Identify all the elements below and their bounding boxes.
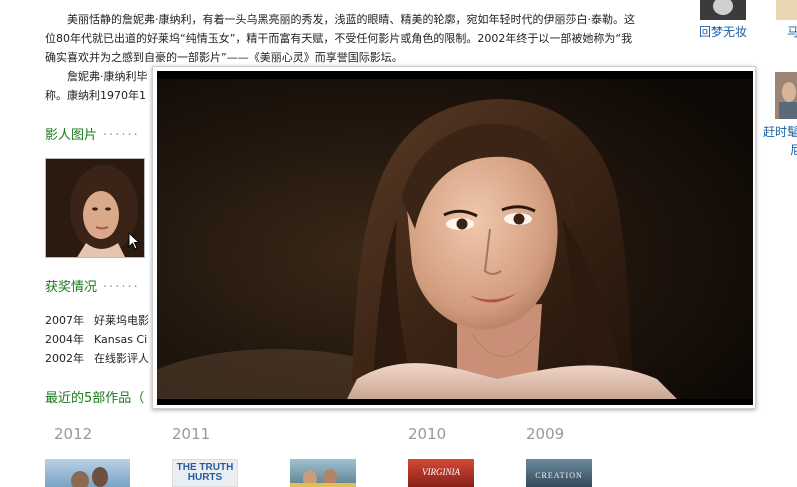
bio-paragraph-2: 詹妮弗·康纳利毕 称。康纳利1970年1: [45, 67, 155, 105]
year-label: 2012: [54, 425, 93, 443]
poster-2009-creation[interactable]: CREATION: [526, 459, 592, 487]
related-person-link[interactable]: 尼: [790, 141, 797, 158]
award-row: 2004年 Kansas Ci: [45, 330, 155, 349]
year-label: 2011: [172, 425, 211, 443]
image-preview-popup[interactable]: [152, 66, 756, 409]
poster-title: THE TRUTH HURTS: [176, 462, 234, 483]
poster-title: CREATION: [535, 471, 583, 480]
poster-2011-truth-hurts[interactable]: THE TRUTH HURTS: [172, 459, 238, 487]
poster-2012[interactable]: [45, 459, 130, 487]
poster-2010-virginia[interactable]: VIRGINIA: [408, 459, 474, 487]
poster-2011b[interactable]: [290, 459, 356, 487]
poster-image: [71, 467, 108, 487]
award-row: 2002年 在线影评人: [45, 349, 155, 368]
avatar-image: [700, 0, 746, 20]
award-year: 2002年: [45, 352, 84, 365]
award-year: 2007年: [45, 314, 84, 327]
bio-paragraph-1: 美丽恬静的詹妮弗·康纳利，有着一头乌黑亮丽的秀发，浅蓝的眼睛、精美的轮廓，宛如年…: [45, 10, 635, 67]
poster-title: VIRGINIA: [422, 467, 460, 477]
year-label: 2010: [408, 425, 447, 443]
related-person-link[interactable]: 马: [787, 23, 797, 40]
award-year: 2004年: [45, 333, 84, 346]
award-row: 2007年 好莱坞电影: [45, 311, 155, 330]
avatar-2[interactable]: [776, 0, 797, 20]
preview-image-frame: [157, 71, 753, 405]
title-dots: ······: [103, 128, 140, 143]
avatar-image: [775, 72, 797, 119]
awards-list: 2007年 好莱坞电影 2004年 Kansas Ci 2002年 在线影评人: [45, 311, 155, 368]
works-title-text: 最近的5部作品（: [45, 391, 145, 406]
award-text[interactable]: Kansas Ci: [94, 333, 147, 346]
bio-para2-line1: 詹妮弗·康纳利毕: [67, 70, 148, 83]
related-person-link[interactable]: 回梦无妆: [699, 23, 747, 40]
awards-section-title[interactable]: 获奖情况 ······: [45, 276, 140, 295]
year-label: 2009: [526, 425, 565, 443]
bio-text: 美丽恬静的詹妮弗·康纳利，有着一头乌黑亮丽的秀发，浅蓝的眼睛、精美的轮廓，宛如年…: [45, 13, 635, 64]
recent-works-title[interactable]: 最近的5部作品（: [45, 387, 144, 406]
portrait-photo: [157, 79, 753, 399]
awards-title-text: 获奖情况: [45, 280, 98, 295]
bio-para2-line2: 称。康纳利1970年1: [45, 89, 146, 102]
avatar-1[interactable]: [700, 0, 746, 20]
award-text[interactable]: 好莱坞电影: [94, 314, 149, 327]
title-dots: ······: [103, 280, 140, 295]
award-text[interactable]: 在线影评人: [94, 352, 149, 365]
related-person-link[interactable]: 赶时髦: [763, 123, 797, 140]
photos-section-title[interactable]: 影人图片 ······: [45, 124, 140, 143]
avatar-3[interactable]: [775, 72, 797, 119]
photos-title-text: 影人图片: [45, 128, 98, 143]
poster-image: [290, 469, 356, 487]
mouse-cursor-icon: [128, 232, 141, 250]
